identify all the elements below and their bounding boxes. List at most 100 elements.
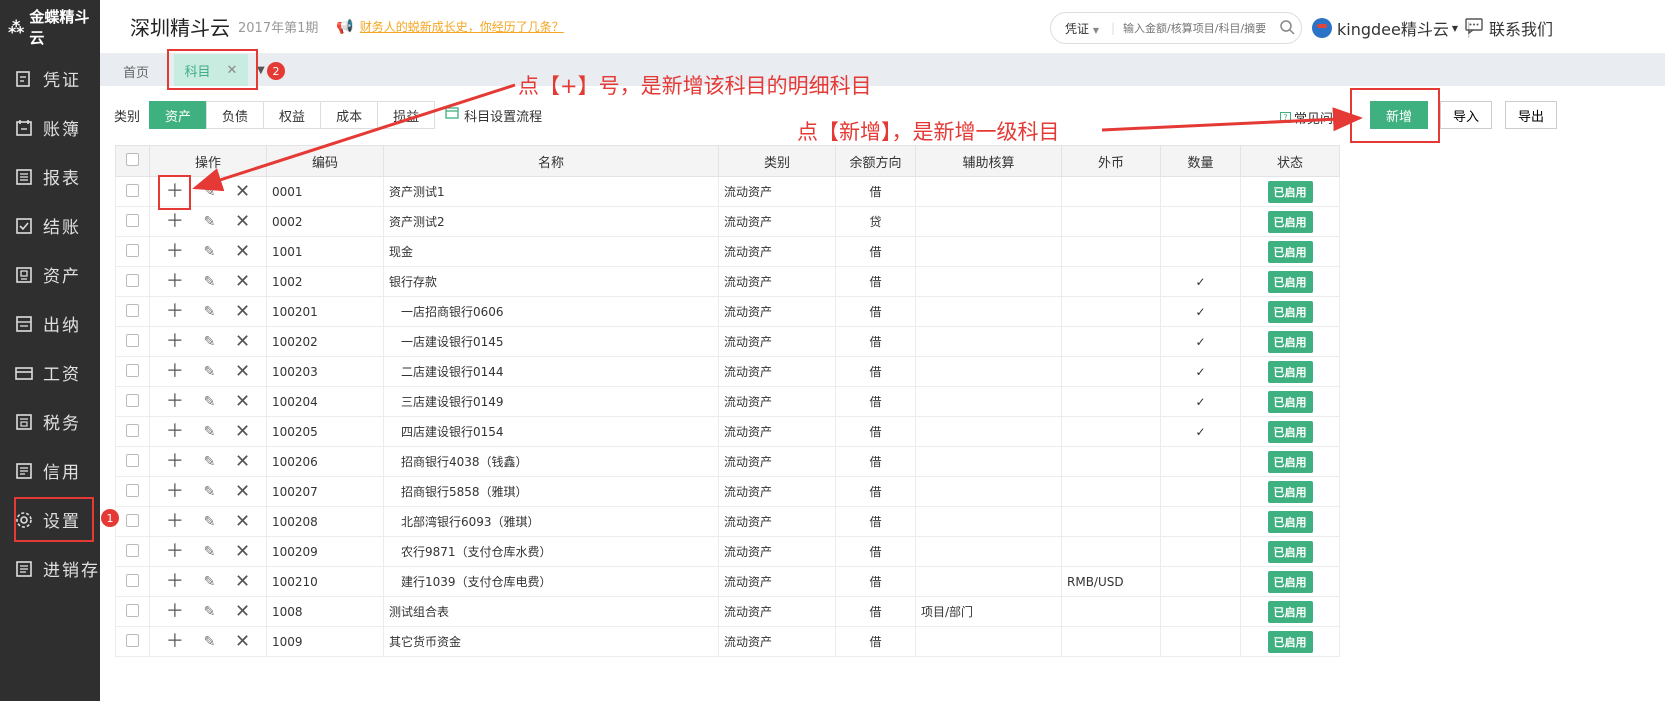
add-child-icon[interactable]: ＋: [166, 512, 184, 531]
edit-icon[interactable]: ✎: [204, 575, 216, 589]
delete-icon[interactable]: ✕: [235, 572, 250, 591]
delete-icon[interactable]: ✕: [235, 542, 250, 561]
col-currency[interactable]: 外币: [1061, 145, 1161, 177]
status-badge[interactable]: 已启用: [1267, 420, 1313, 443]
row-checkbox[interactable]: [126, 393, 139, 407]
table-row[interactable]: ＋ ✎ ✕ 1008 测试组合表 流动资产借项目/部门 已启用: [115, 596, 1340, 627]
status-badge[interactable]: 已启用: [1267, 210, 1313, 233]
add-child-icon[interactable]: ＋: [166, 542, 184, 561]
status-badge[interactable]: 已启用: [1267, 270, 1313, 293]
delete-icon[interactable]: ✕: [235, 362, 250, 381]
row-select-cell[interactable]: [115, 326, 150, 357]
row-select-cell[interactable]: [115, 176, 150, 207]
sidebar-item-tax[interactable]: 税务: [0, 397, 100, 446]
status-badge[interactable]: 已启用: [1267, 330, 1313, 353]
search-type-select[interactable]: 凭证 ▼: [1065, 20, 1099, 37]
row-checkbox[interactable]: [126, 213, 139, 227]
row-select-cell[interactable]: [115, 596, 150, 627]
add-child-icon[interactable]: ＋: [166, 362, 184, 381]
status-badge[interactable]: 已启用: [1267, 180, 1313, 203]
table-row[interactable]: ＋ ✎ ✕ 100203 二店建设银行0144 流动资产借 ✓ 已启用: [115, 356, 1340, 387]
status-badge[interactable]: 已启用: [1267, 390, 1313, 413]
table-row[interactable]: ＋ ✎ ✕ 0001 资产测试1 流动资产借已启用: [115, 176, 1340, 207]
category-tab[interactable]: 资产: [149, 101, 208, 129]
row-checkbox[interactable]: [126, 273, 139, 287]
col-type[interactable]: 类别: [718, 145, 836, 177]
row-select-cell[interactable]: [115, 356, 150, 387]
status-badge[interactable]: 已启用: [1267, 300, 1313, 323]
status-badge[interactable]: 已启用: [1267, 360, 1313, 383]
row-select-cell[interactable]: [115, 566, 150, 597]
add-child-icon[interactable]: ＋: [166, 242, 184, 261]
add-child-icon[interactable]: ＋: [166, 452, 184, 471]
row-checkbox[interactable]: [126, 423, 139, 437]
col-aux[interactable]: 辅助核算: [915, 145, 1062, 177]
delete-icon[interactable]: ✕: [235, 242, 250, 261]
row-select-cell[interactable]: [115, 476, 150, 507]
tab-menu-caret-icon[interactable]: ▼: [257, 65, 265, 76]
edit-icon[interactable]: ✎: [204, 455, 216, 469]
add-child-icon[interactable]: ＋: [166, 422, 184, 441]
edit-icon[interactable]: ✎: [204, 245, 216, 259]
notice-link[interactable]: 📢 财务人的蜕新成长史，你经历了几条？: [336, 18, 563, 35]
table-row[interactable]: ＋ ✎ ✕ 100204 三店建设银行0149 流动资产借 ✓ 已启用: [115, 386, 1340, 417]
category-tab[interactable]: 负债: [206, 101, 265, 129]
edit-icon[interactable]: ✎: [204, 275, 216, 289]
select-all-checkbox[interactable]: [126, 152, 139, 166]
col-status[interactable]: 状态: [1240, 145, 1340, 177]
row-checkbox[interactable]: [126, 633, 139, 647]
delete-icon[interactable]: ✕: [235, 392, 250, 411]
edit-icon[interactable]: ✎: [204, 215, 216, 229]
delete-icon[interactable]: ✕: [235, 182, 250, 201]
table-row[interactable]: ＋ ✎ ✕ 100202 一店建设银行0145 流动资产借 ✓ 已启用: [115, 326, 1340, 357]
add-child-icon[interactable]: ＋: [166, 632, 184, 651]
add-child-icon[interactable]: ＋: [166, 272, 184, 291]
row-checkbox[interactable]: [126, 453, 139, 467]
delete-icon[interactable]: ✕: [235, 632, 250, 651]
status-badge[interactable]: 已启用: [1267, 630, 1313, 653]
table-row[interactable]: ＋ ✎ ✕ 100210 建行1039（支付仓库电费） 流动资产借 RMB/USD 已启用: [115, 566, 1340, 597]
status-badge[interactable]: 已启用: [1267, 240, 1313, 263]
search-icon[interactable]: [1279, 19, 1295, 38]
sidebar-item-ledger[interactable]: 账簿: [0, 103, 100, 152]
row-checkbox[interactable]: [126, 483, 139, 497]
row-select-cell[interactable]: [115, 206, 150, 237]
add-child-icon[interactable]: ＋: [166, 482, 184, 501]
category-tab[interactable]: 损益: [377, 101, 436, 129]
edit-icon[interactable]: ✎: [204, 395, 216, 409]
edit-icon[interactable]: ✎: [204, 605, 216, 619]
edit-icon[interactable]: ✎: [204, 515, 216, 529]
add-child-icon[interactable]: ＋: [166, 572, 184, 591]
status-badge[interactable]: 已启用: [1267, 450, 1313, 473]
edit-icon[interactable]: ✎: [204, 485, 216, 499]
user-menu[interactable]: kingdee精斗云 ▼ |: [1312, 16, 1471, 40]
edit-icon[interactable]: ✎: [204, 545, 216, 559]
table-row[interactable]: ＋ ✎ ✕ 1001 现金 流动资产借 已启用: [115, 236, 1340, 267]
table-row[interactable]: ＋ ✎ ✕ 0002 资产测试2 流动资产贷 已启用: [115, 206, 1340, 237]
col-quantity[interactable]: 数量: [1160, 145, 1241, 177]
edit-icon[interactable]: ✎: [204, 335, 216, 349]
add-child-icon[interactable]: ＋: [166, 302, 184, 321]
row-checkbox[interactable]: [126, 183, 139, 197]
add-child-icon[interactable]: ＋: [166, 602, 184, 621]
delete-icon[interactable]: ✕: [235, 272, 250, 291]
add-child-icon[interactable]: ＋: [166, 332, 184, 351]
export-button[interactable]: 导出: [1505, 101, 1557, 129]
sidebar-item-asset[interactable]: 资产: [0, 250, 100, 299]
contact-us[interactable]: 联系我们: [1465, 16, 1553, 40]
sidebar-item-cashier[interactable]: 出纳: [0, 299, 100, 348]
row-checkbox[interactable]: [126, 333, 139, 347]
status-badge[interactable]: 已启用: [1267, 570, 1313, 593]
delete-icon[interactable]: ✕: [235, 422, 250, 441]
status-badge[interactable]: 已启用: [1267, 540, 1313, 563]
delete-icon[interactable]: ✕: [235, 512, 250, 531]
row-select-cell[interactable]: [115, 446, 150, 477]
edit-icon[interactable]: ✎: [204, 425, 216, 439]
table-row[interactable]: ＋ ✎ ✕ 1009 其它货币资金 流动资产借 已启用: [115, 626, 1340, 657]
table-row[interactable]: ＋ ✎ ✕ 100209 农行9871（支付仓库水费） 流动资产借 已启用: [115, 536, 1340, 567]
delete-icon[interactable]: ✕: [235, 332, 250, 351]
table-row[interactable]: ＋ ✎ ✕ 1002 银行存款 流动资产借 ✓ 已启用: [115, 266, 1340, 297]
delete-icon[interactable]: ✕: [235, 452, 250, 471]
row-checkbox[interactable]: [126, 513, 139, 527]
sidebar-item-gear[interactable]: 设置: [12, 495, 96, 544]
